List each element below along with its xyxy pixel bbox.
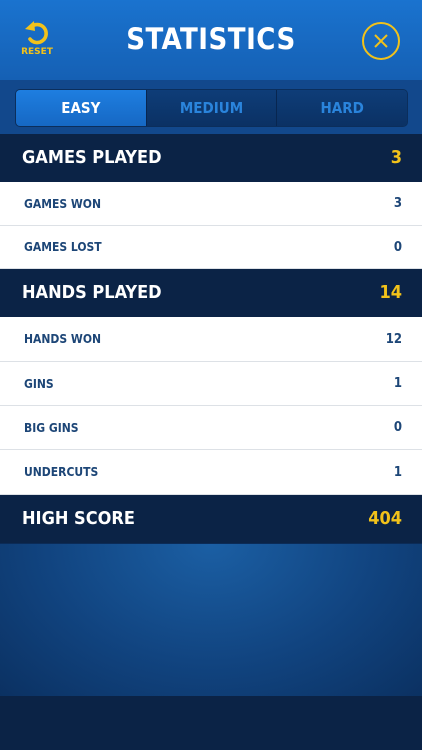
high-score-label: HIGH SCORE	[22, 508, 135, 529]
tab-medium[interactable]: MEDIUM	[145, 90, 277, 126]
header-bar: RESET STATISTICS	[0, 0, 422, 80]
games-lost-value: 0	[393, 240, 402, 255]
undercuts-row: UNDERCUTS 1	[0, 450, 422, 495]
tab-hard[interactable]: HARD	[276, 90, 407, 126]
games-lost-row: GAMES LOST 0	[0, 226, 422, 269]
games-lost-label: GAMES LOST	[24, 240, 102, 254]
statistics-table: GAMES PLAYED 3 GAMES WON 3 GAMES LOST 0 …	[0, 134, 422, 543]
big-gins-value: 0	[393, 420, 402, 435]
games-won-row: GAMES WON 3	[0, 182, 422, 226]
undercuts-value: 1	[393, 465, 402, 480]
games-won-value: 3	[393, 196, 402, 211]
games-played-row: GAMES PLAYED 3	[0, 134, 422, 182]
games-won-label: GAMES WON	[24, 197, 101, 211]
background-panel	[0, 544, 422, 696]
big-gins-row: BIG GINS 0	[0, 406, 422, 450]
gins-row: GINS 1	[0, 362, 422, 406]
difficulty-tabs: EASY MEDIUM HARD	[15, 89, 408, 127]
hands-won-label: HANDS WON	[24, 332, 102, 346]
hands-played-row: HANDS PLAYED 14	[0, 269, 422, 317]
hands-played-label: HANDS PLAYED	[22, 282, 162, 303]
games-played-label: GAMES PLAYED	[22, 147, 162, 168]
tab-easy[interactable]: EASY	[16, 90, 146, 126]
undercuts-label: UNDERCUTS	[24, 465, 99, 479]
close-button[interactable]	[362, 22, 400, 60]
footer-bar	[0, 696, 422, 750]
hands-won-value: 12	[385, 332, 402, 347]
page-title: STATISTICS	[126, 22, 296, 56]
hands-won-row: HANDS WON 12	[0, 317, 422, 362]
hands-played-value: 14	[379, 282, 402, 303]
gins-value: 1	[393, 376, 402, 391]
big-gins-label: BIG GINS	[24, 421, 79, 435]
gins-label: GINS	[24, 377, 54, 391]
close-x-icon	[374, 34, 388, 48]
high-score-row: HIGH SCORE 404	[0, 495, 422, 543]
games-played-value: 3	[390, 147, 402, 168]
high-score-value: 404	[368, 508, 402, 529]
